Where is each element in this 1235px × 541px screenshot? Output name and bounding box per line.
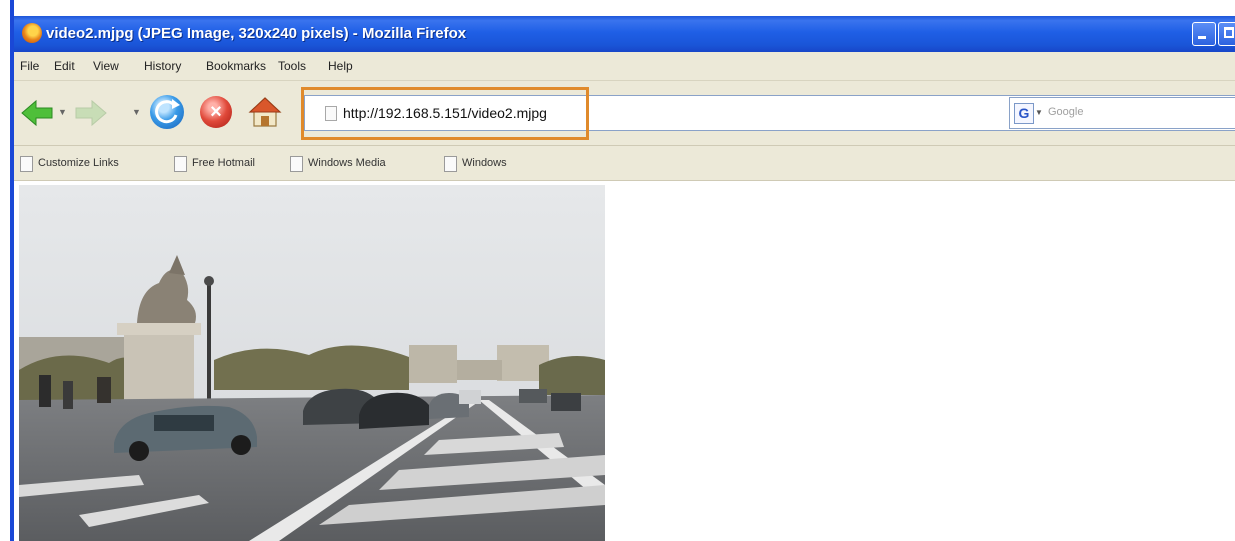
- camera-image: [19, 185, 605, 541]
- minimize-button[interactable]: [1192, 22, 1216, 46]
- back-dropdown-icon[interactable]: ▼: [58, 107, 67, 117]
- bookmark-page-icon: [174, 156, 187, 172]
- bookmark-label: Free Hotmail: [192, 157, 255, 169]
- home-button[interactable]: [248, 95, 282, 129]
- menu-bar: File Edit View History Bookmarks Tools H…: [14, 52, 1235, 81]
- bookmark-page-icon: [444, 156, 457, 172]
- forward-button[interactable]: [74, 99, 108, 127]
- title-bar[interactable]: video2.mjpg (JPEG Image, 320x240 pixels)…: [14, 16, 1235, 52]
- stop-button[interactable]: ×: [200, 96, 232, 128]
- menu-edit[interactable]: Edit: [54, 59, 75, 73]
- menu-tools[interactable]: Tools: [278, 59, 306, 73]
- forward-arrow-icon: [75, 99, 107, 127]
- firefox-icon: [22, 23, 42, 43]
- back-arrow-icon: [21, 99, 53, 127]
- home-icon: [248, 97, 282, 127]
- reload-icon: [155, 99, 180, 124]
- back-button[interactable]: [20, 99, 54, 127]
- bookmarks-toolbar: Customize Links Free Hotmail Windows Med…: [14, 146, 1235, 181]
- menu-file[interactable]: File: [20, 59, 39, 73]
- navigation-toolbar: ▼ ▼ × http://192.168.5.151/video2.mjpg ▼: [14, 81, 1235, 146]
- url-highlight-box: [301, 87, 589, 140]
- stop-icon: ×: [210, 101, 222, 123]
- menu-help[interactable]: Help: [328, 59, 353, 73]
- forward-dropdown-icon[interactable]: ▼: [132, 107, 141, 117]
- search-engine-dropdown-icon[interactable]: ▼: [1035, 108, 1043, 117]
- menu-history[interactable]: History: [144, 59, 181, 73]
- bookmark-page-icon: [290, 156, 303, 172]
- bookmark-label: Windows: [462, 157, 507, 169]
- bookmark-label: Customize Links: [38, 157, 119, 169]
- maximize-icon: [1224, 27, 1234, 38]
- minimize-icon: [1198, 36, 1206, 39]
- page-content: [14, 181, 1235, 541]
- bookmark-page-icon: [20, 156, 33, 172]
- search-placeholder[interactable]: Google: [1048, 106, 1083, 118]
- window-title: video2.mjpg (JPEG Image, 320x240 pixels)…: [46, 25, 467, 42]
- street-photo: [19, 185, 605, 541]
- reload-button[interactable]: [150, 95, 184, 129]
- bookmark-label: Windows Media: [308, 157, 386, 169]
- search-engine-icon[interactable]: G: [1014, 103, 1034, 124]
- browser-window: video2.mjpg (JPEG Image, 320x240 pixels)…: [10, 0, 1235, 541]
- maximize-button[interactable]: [1218, 22, 1235, 46]
- menu-bookmarks[interactable]: Bookmarks: [206, 59, 266, 73]
- menu-view[interactable]: View: [93, 59, 119, 73]
- search-box[interactable]: G ▼ Google: [1009, 97, 1235, 129]
